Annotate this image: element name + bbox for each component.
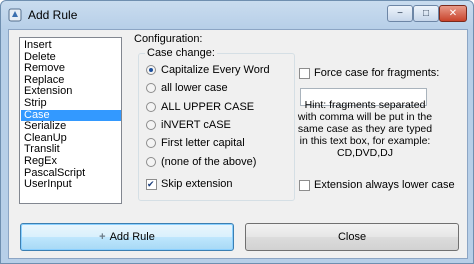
configuration-label: Configuration:: [134, 33, 203, 45]
skip-extension-checkbox[interactable]: Skip extension: [146, 177, 233, 191]
radio-icon: [146, 83, 156, 94]
rule-item-serialize[interactable]: Serialize: [21, 121, 121, 133]
rule-item-insert[interactable]: Insert: [21, 39, 121, 52]
rules-list[interactable]: Insert Delete Remove Replace Extension Strip C…: [19, 37, 122, 204]
force-case-check-icon: [299, 67, 310, 79]
rule-item-userinput[interactable]: UserInput: [21, 179, 121, 191]
title-bar[interactable]: Add Rule − □ ✕: [1, 1, 473, 29]
case-change-group: Case change: Capitalize Every Word all lo…: [138, 47, 295, 201]
skip-extension-check-icon: [146, 178, 157, 190]
close-window-button[interactable]: ✕: [439, 5, 467, 22]
case-option-radio[interactable]: (none of the above): [146, 155, 256, 169]
case-option-radio[interactable]: iNVERT cASE: [146, 118, 231, 132]
skip-extension-label: Skip extension: [161, 178, 233, 190]
force-case-checkbox[interactable]: Force case for fragments:: [299, 67, 439, 79]
extension-lower-label: Extension always lower case: [314, 179, 455, 191]
app-icon: [8, 8, 22, 22]
case-option-label: Capitalize Every Word: [161, 64, 270, 76]
radio-icon: [146, 101, 156, 112]
extension-lower-checkbox[interactable]: Extension always lower case: [299, 179, 455, 191]
minimize-button[interactable]: −: [387, 5, 413, 22]
window-title: Add Rule: [28, 8, 78, 22]
radio-icon: [146, 156, 156, 167]
case-option-label: First letter capital: [161, 137, 245, 150]
case-option-label: iNVERT cASE: [161, 118, 231, 131]
rule-item-strip[interactable]: Strip: [21, 97, 121, 110]
case-option-radio[interactable]: all lower case: [146, 81, 228, 95]
maximize-button[interactable]: □: [413, 5, 439, 22]
case-option-label: ALL UPPER CASE: [161, 100, 255, 113]
rule-item-regex[interactable]: RegEx: [21, 155, 121, 168]
close-button[interactable]: Close: [245, 223, 459, 251]
dialog-body: Insert Delete Remove Replace Extension Strip C…: [8, 29, 468, 259]
add-rule-label: Add Rule: [109, 231, 155, 243]
plus-icon: +: [99, 231, 106, 243]
add-rule-window: Add Rule − □ ✕ Insert Delete Remove Replace…: [0, 0, 474, 264]
case-option-radio[interactable]: ALL UPPER CASE: [146, 100, 254, 114]
case-option-label: all lower case: [161, 82, 228, 95]
case-option-label: (none of the above): [161, 155, 257, 168]
force-case-hint: Hint: fragments separated with comma wil…: [297, 99, 433, 159]
radio-icon: [146, 138, 156, 149]
case-option-radio[interactable]: First letter capital: [146, 136, 245, 150]
radio-icon: [146, 119, 156, 130]
add-rule-button[interactable]: + Add Rule: [20, 223, 234, 251]
radio-icon: [146, 65, 156, 76]
case-change-title: Case change:: [145, 47, 217, 59]
extension-lower-check-icon: [299, 179, 310, 191]
force-case-label: Force case for fragments:: [314, 67, 440, 79]
case-option-radio[interactable]: Capitalize Every Word: [146, 63, 270, 77]
